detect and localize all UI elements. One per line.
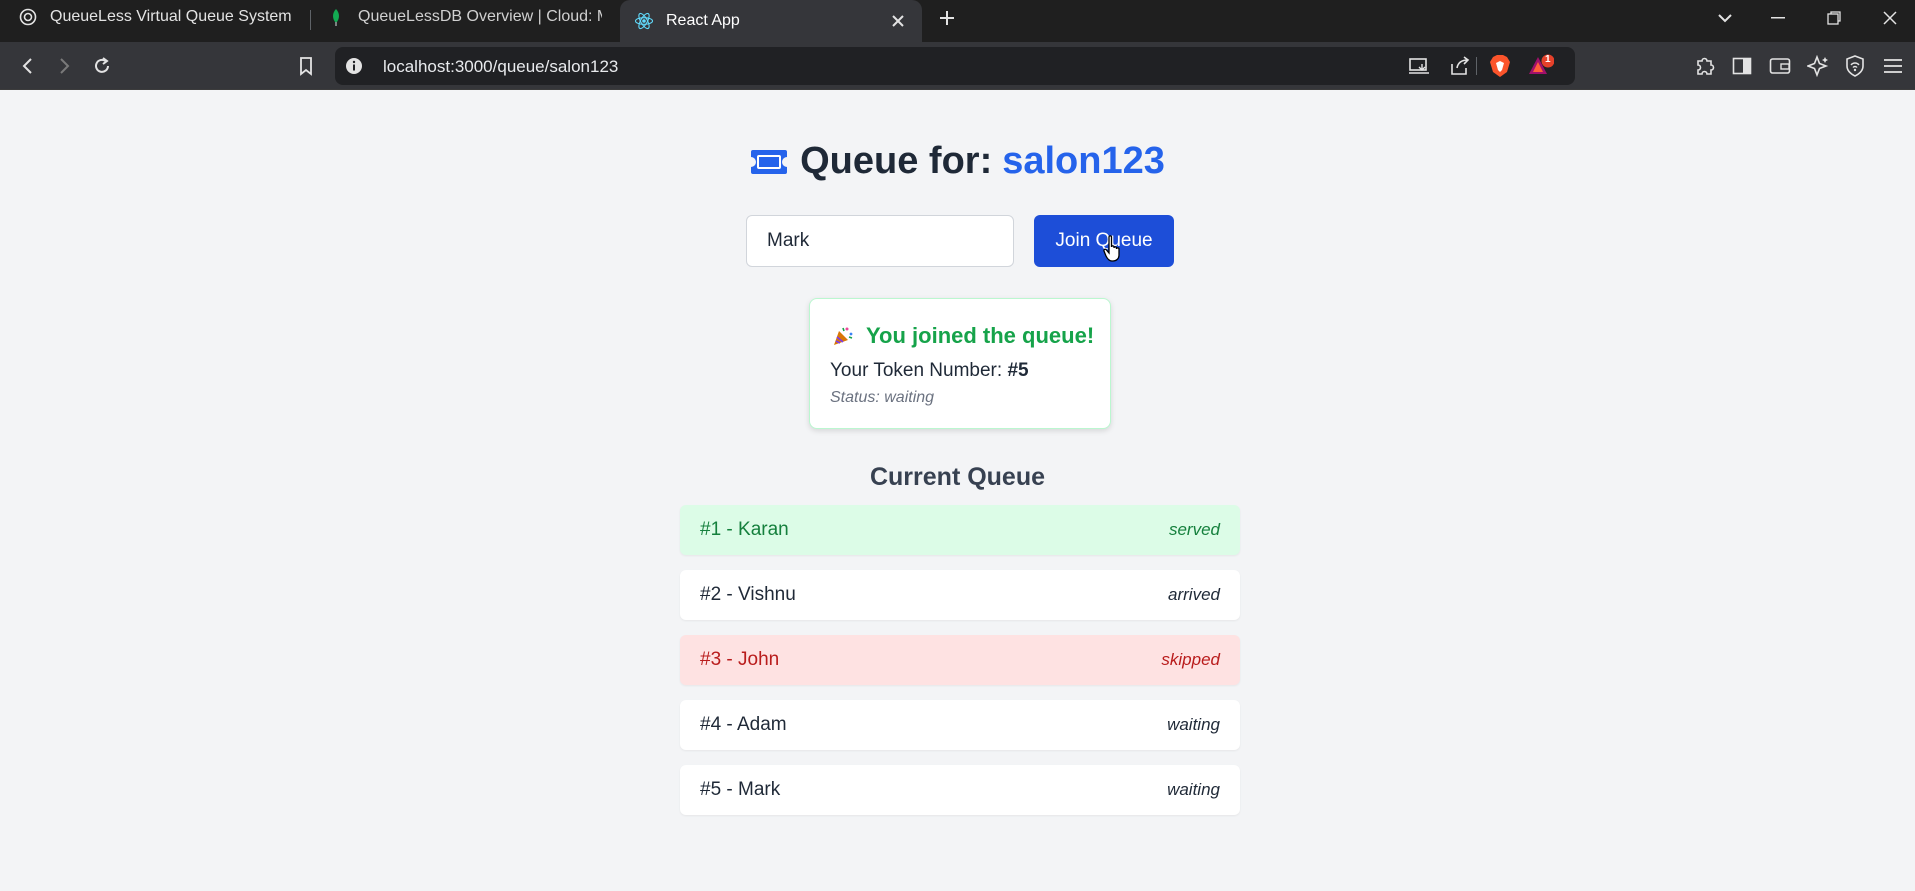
queue-item-status: skipped [1161,650,1220,669]
tab-label: QueueLess Virtual Queue System [50,8,292,25]
reload-icon[interactable] [86,50,118,82]
notification-count: 1 [1545,54,1551,65]
queue-item-name: #3 - John [700,649,780,670]
name-input[interactable] [746,215,1014,267]
toolbar-border [0,89,1915,90]
omnibox-divider [1476,57,1477,75]
queue-item: #3 - John skipped [680,635,1240,685]
ticket-icon [750,149,788,175]
queue-list: #1 - Karan served #2 - Vishnu arrived #3… [680,505,1240,830]
menu-icon[interactable] [1877,50,1909,82]
minimize-icon[interactable] [1762,4,1794,32]
sidebar-toggle-icon[interactable] [1726,50,1758,82]
queue-item: #1 - Karan served [680,505,1240,555]
page-title: Queue for: salon123 [0,140,1915,183]
new-tab-icon[interactable] [931,4,963,32]
queue-item: #4 - Adam waiting [680,700,1240,750]
browser-toolbar: localhost:3000/queue/salon123 1 [0,42,1915,90]
react-icon [634,11,654,31]
restore-icon[interactable] [1818,4,1850,32]
url-text: localhost:3000/queue/salon123 [383,57,619,76]
queue-item-status: waiting [1167,715,1220,734]
result-heading-text: You joined the queue! [866,323,1095,348]
party-popper-icon [832,325,854,347]
queue-item-status: served [1168,520,1220,539]
hand-cursor-icon [1103,235,1125,268]
queue-item-name: #2 - Vishnu [700,584,796,605]
bookmark-icon[interactable] [290,50,322,82]
forward-icon[interactable] [48,50,80,82]
tab-divider [310,10,311,30]
brave-rewards-icon[interactable]: 1 [1528,54,1555,83]
title-prefix: Queue for: [800,140,993,182]
chatgpt-icon [18,7,38,27]
queue-item-name: #5 - Mark [700,779,781,800]
back-icon[interactable] [12,50,44,82]
tab-queueless[interactable]: QueueLess Virtual Queue System [18,0,310,34]
join-result-card: You joined the queue! Your Token Number:… [809,298,1111,429]
business-id: salon123 [1002,140,1165,182]
site-info-icon[interactable] [345,57,363,80]
token-number: Your Token Number: #5 [830,360,1029,382]
brave-shields-icon[interactable] [1489,54,1511,83]
queue-item-status: arrived [1168,585,1220,604]
queue-item-name: #1 - Karan [700,519,789,540]
extensions-icon[interactable] [1689,50,1721,82]
queue-item-status: waiting [1167,780,1220,799]
close-tab-icon[interactable] [886,9,910,33]
tab-mongodb[interactable]: QueueLessDB Overview | Cloud: Mon [326,0,602,34]
queue-item: #2 - Vishnu arrived [680,570,1240,620]
install-app-icon[interactable] [1408,56,1430,81]
address-bar[interactable]: localhost:3000/queue/salon123 1 [335,47,1575,85]
tab-strip: QueueLess Virtual Queue System QueueLess… [0,0,1915,42]
close-window-icon[interactable] [1874,4,1906,32]
queue-heading: Current Queue [869,463,1046,491]
token-label: Your Token Number: [830,360,1003,381]
join-status: Status: waiting [830,389,935,406]
result-heading: You joined the queue! [832,323,1094,349]
queue-item-name: #4 - Adam [700,714,787,735]
tab-react-app[interactable]: React App [620,0,922,42]
tab-search-chevron-icon[interactable] [1709,4,1741,32]
wallet-icon[interactable] [1764,50,1796,82]
vpn-icon[interactable] [1839,50,1871,82]
mongodb-leaf-icon [326,7,346,27]
queue-item: #5 - Mark waiting [680,765,1240,815]
leo-ai-icon[interactable] [1802,50,1834,82]
token-value: #5 [1007,360,1029,381]
tab-label: React App [666,12,740,29]
share-icon[interactable] [1449,56,1471,81]
tab-label: QueueLessDB Overview | Cloud: Mon [358,8,602,25]
